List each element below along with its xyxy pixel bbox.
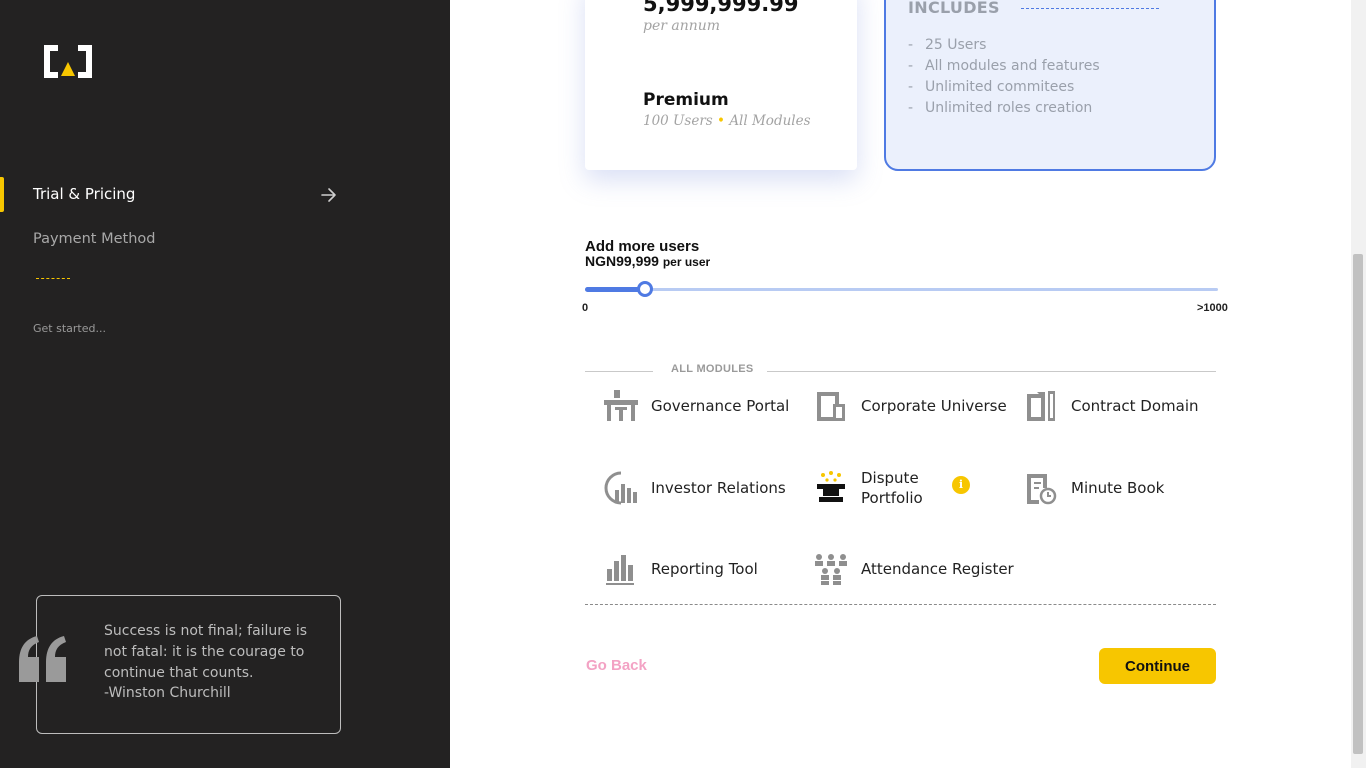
quote-text: Success is not final; failure is not fat… (104, 623, 307, 681)
add-users-price: NGN99,999 per user (585, 253, 710, 269)
module-label: Reporting Tool (651, 560, 758, 578)
quote-mark-icon (19, 636, 66, 682)
plan-modules: All Modules (729, 113, 811, 129)
plan-card[interactable] (585, 0, 857, 170)
people-group-icon (811, 549, 851, 589)
nav-payment-method[interactable]: Payment Method (33, 231, 155, 247)
includes-list: -25 Users - All modules and features - Unl… (908, 37, 1100, 121)
module-label: Attendance Register (861, 560, 1014, 578)
includes-dashed-line (1021, 8, 1159, 9)
plan-users: 100 Users (643, 113, 713, 129)
users-slider-thumb[interactable] (637, 281, 654, 297)
includes-item: - Unlimited roles creation (908, 100, 1093, 116)
nav-dashed-divider (36, 278, 70, 279)
add-users-amount: NGN99,999 (585, 253, 659, 269)
module-label: Contract Domain (1071, 397, 1199, 415)
nav-trial-pricing[interactable]: Trial & Pricing (33, 185, 135, 203)
plan-meta: 100 Users • All Modules (643, 113, 811, 129)
go-back-link[interactable]: Go Back (586, 657, 647, 674)
includes-title: INCLUDES (908, 0, 1000, 17)
gavel-icon (811, 468, 851, 508)
plan-price: 5,999,999.99 (643, 0, 799, 16)
contract-icon (1021, 386, 1061, 426)
active-nav-indicator (0, 177, 4, 212)
info-icon[interactable]: i (952, 476, 970, 494)
get-started-text: Get started... (33, 322, 106, 335)
module-label: Corporate Universe (861, 397, 1007, 415)
module-label: Dispute Portfolio (861, 469, 923, 507)
includes-item: - Unlimited commitees (908, 79, 1075, 95)
modules-bottom-divider (585, 604, 1216, 605)
module-contract-domain[interactable]: Contract Domain (1021, 386, 1199, 426)
minute-book-icon (1021, 468, 1061, 508)
module-label: Minute Book (1071, 479, 1165, 497)
plan-name: Premium (643, 90, 729, 110)
slider-min-label: 0 (582, 302, 589, 314)
module-governance-portal[interactable]: Governance Portal (601, 386, 789, 426)
slider-max-label: >1000 (1197, 302, 1228, 314)
includes-item: - All modules and features (908, 58, 1100, 74)
users-slider-track[interactable] (585, 288, 1218, 291)
investor-chart-icon (601, 468, 641, 508)
module-corporate-universe[interactable]: Corporate Universe (811, 386, 1007, 426)
module-investor-relations[interactable]: Investor Relations (601, 468, 786, 508)
continue-button[interactable]: Continue (1099, 648, 1216, 684)
modules-divider-right (767, 371, 1216, 372)
includes-item: -25 Users (908, 37, 987, 53)
all-modules-label: ALL MODULES (671, 363, 754, 375)
plan-period: per annum (643, 18, 721, 34)
building-icon (811, 386, 851, 426)
bar-chart-icon (601, 549, 641, 589)
add-users-per: per user (662, 255, 711, 269)
arrow-right-icon[interactable] (320, 186, 338, 204)
quote-author: -Winston Churchill (104, 685, 231, 701)
module-attendance-register[interactable]: Attendance Register (811, 549, 1014, 589)
modules-divider-left (585, 371, 653, 372)
module-reporting-tool[interactable]: Reporting Tool (601, 549, 758, 589)
module-dispute-portfolio[interactable]: Dispute Portfolio (811, 468, 943, 508)
governance-icon (601, 386, 641, 426)
scrollbar-thumb[interactable] (1353, 254, 1363, 754)
plan-meta-separator: • (717, 113, 726, 129)
module-label: Governance Portal (651, 397, 790, 415)
module-label: Investor Relations (651, 479, 786, 497)
module-minute-book[interactable]: Minute Book (1021, 468, 1164, 508)
app-logo[interactable] (44, 45, 92, 78)
users-slider-fill (585, 287, 646, 292)
